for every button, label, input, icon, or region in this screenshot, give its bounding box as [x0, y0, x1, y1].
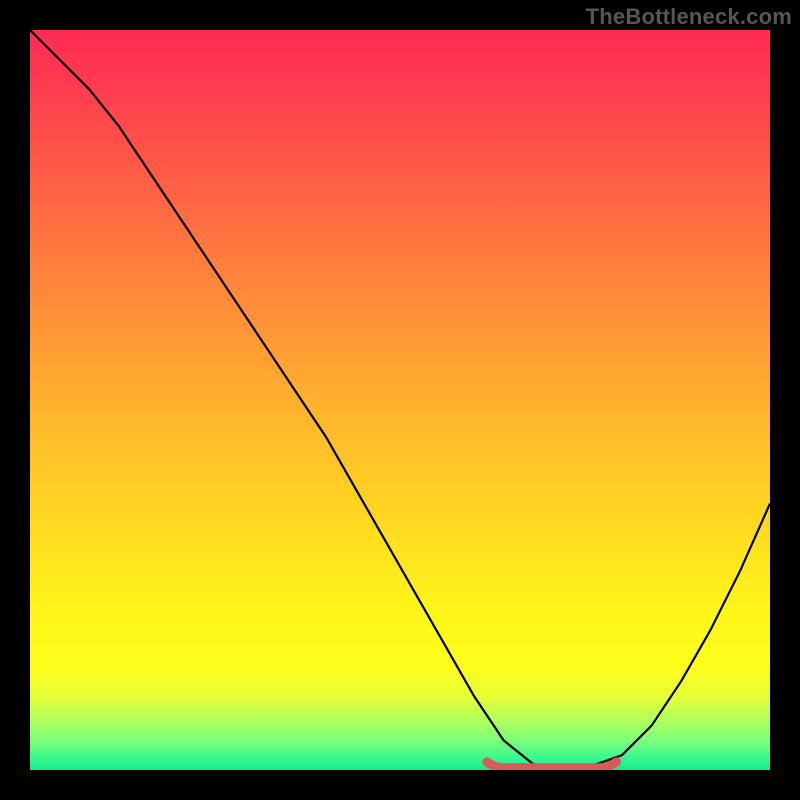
optimal-range-highlight: [487, 762, 617, 768]
bottleneck-curve: [30, 30, 770, 768]
chart-container: TheBottleneck.com: [0, 0, 800, 800]
plot-area: [30, 30, 770, 770]
curve-svg: [30, 30, 770, 770]
watermark-text: TheBottleneck.com: [586, 4, 792, 30]
